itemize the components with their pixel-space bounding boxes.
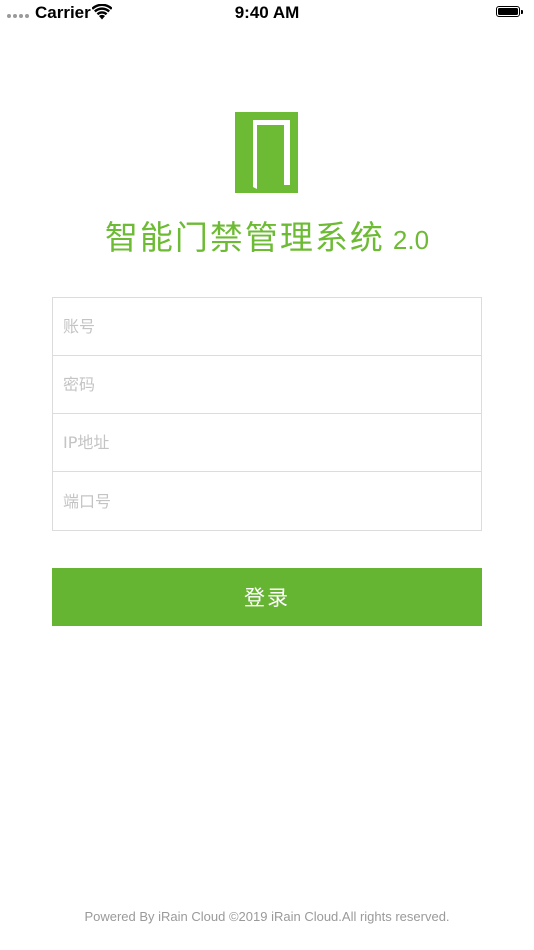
login-form bbox=[52, 297, 482, 531]
app-name: 智能门禁管理系统 bbox=[104, 218, 385, 257]
login-button[interactable]: 登录 bbox=[52, 568, 482, 626]
clock: 9:40 AM bbox=[234, 3, 300, 22]
app-title: 智能门禁管理系统 2.0 bbox=[0, 211, 534, 259]
status-bar: Carrier 9:40 AM bbox=[0, 0, 534, 28]
password-field bbox=[53, 356, 481, 414]
ip-address-input[interactable] bbox=[53, 414, 481, 471]
battery-icon bbox=[496, 6, 520, 17]
battery-tip bbox=[521, 9, 523, 14]
account-input[interactable] bbox=[53, 298, 481, 355]
password-input[interactable] bbox=[53, 356, 481, 413]
port-input[interactable] bbox=[53, 472, 481, 530]
footer-copyright: Powered By iRain Cloud ©2019 iRain Cloud… bbox=[84, 909, 450, 924]
app-version: 2.0 bbox=[392, 225, 430, 255]
door-icon bbox=[235, 112, 298, 193]
ip-field bbox=[53, 414, 481, 472]
account-field bbox=[53, 298, 481, 356]
port-field bbox=[53, 472, 481, 530]
